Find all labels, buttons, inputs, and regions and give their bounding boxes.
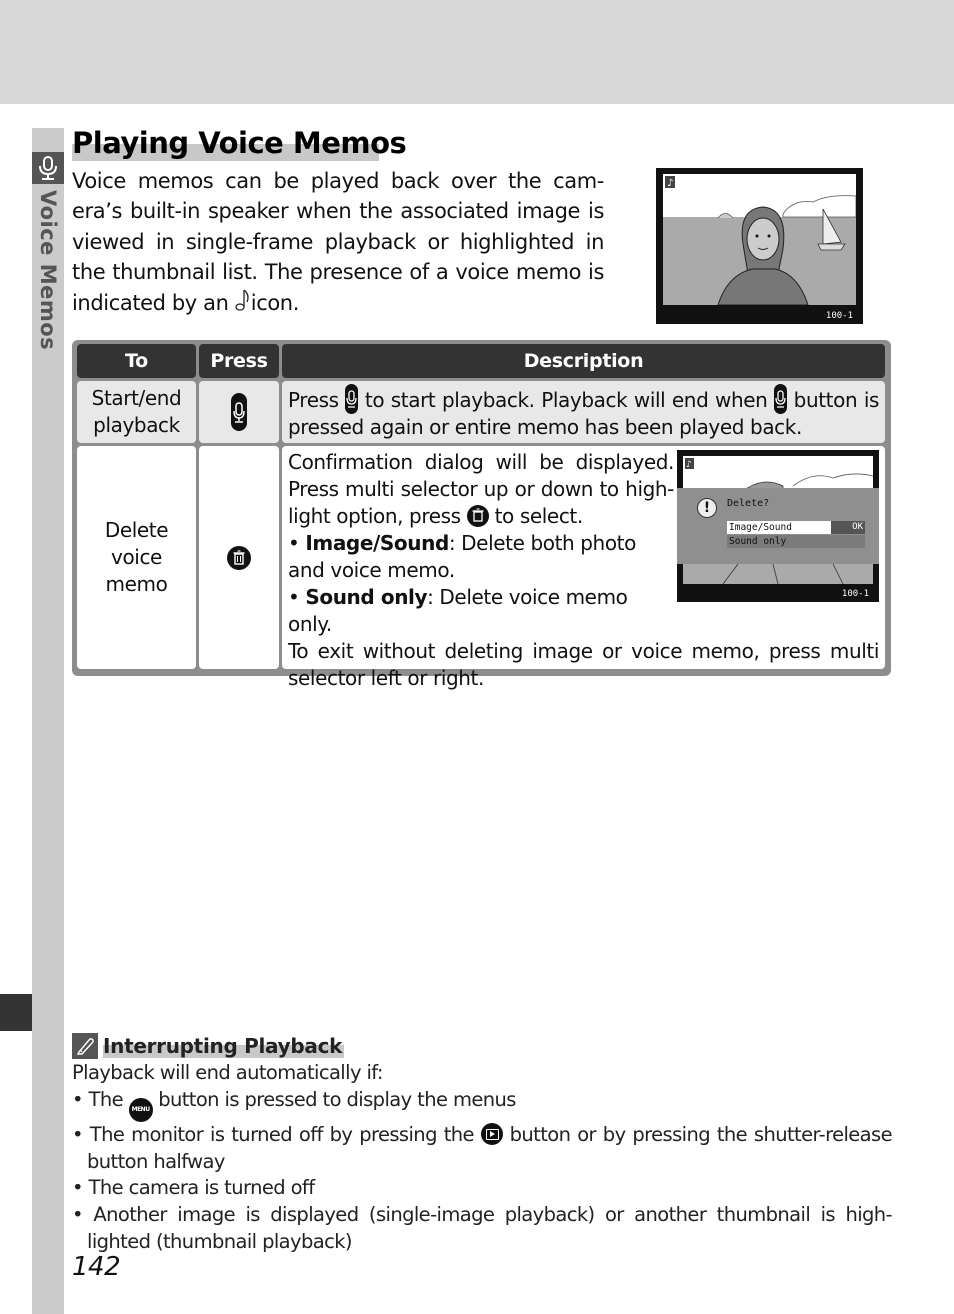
option-sound-only: • Sound only: Delete voice memo only. (288, 585, 628, 636)
desc-text: to start playback. Playback will end whe… (364, 388, 768, 412)
note-item: • Another image is displayed (single-ima… (72, 1203, 893, 1253)
page-number: 142 (72, 1252, 121, 1282)
microphone-button-icon (345, 384, 359, 414)
microphone-button-icon (231, 393, 247, 431)
header-press: Press (199, 344, 279, 378)
desc-confirmation: Confirmation dialog will be displayed. P… (288, 449, 674, 530)
warning-icon: ! (697, 498, 717, 518)
intro-paragraph: Voice memos can be played back over the … (72, 166, 604, 320)
row-delete-press (199, 446, 279, 669)
microphone-button-icon (774, 384, 788, 414)
note-header: Interrupting Playback (72, 1032, 892, 1060)
menu-button-icon: MENU (128, 1097, 153, 1122)
dialog-option[interactable]: Sound only (727, 535, 865, 548)
trash-button-icon (227, 545, 251, 570)
frame-counter: 100-1 (825, 311, 853, 321)
delete-dialog-screen: ♪ ! Delete? Image/Sound OK Sound only 10… (677, 450, 879, 602)
option-name: Sound only (305, 585, 428, 609)
section-tab: Voice Memos (32, 128, 64, 1314)
dialog-option-selected[interactable]: Image/Sound (727, 521, 831, 534)
desc-text: to select. (494, 504, 584, 528)
desc-text: Press (288, 388, 339, 412)
item-text: The (88, 1087, 124, 1111)
row-delete-to: Delete voice memo (77, 446, 196, 669)
playback-button-icon (480, 1122, 503, 1145)
trash-ok-hint: OK (831, 521, 865, 534)
dialog-prompt: Delete? (727, 498, 770, 509)
section-label: Voice Memos (36, 190, 60, 351)
voice-memo-note-icon (235, 288, 251, 320)
item-text: The camera is turned off (88, 1176, 316, 1200)
playback-screen-image: ♪ 100-1 (656, 168, 863, 324)
note-item: • The MENU button is pressed to display … (72, 1087, 892, 1122)
note-intro: Playback will end automatically if: (72, 1061, 383, 1084)
header-to: To (77, 344, 196, 378)
intro-suffix: icon. (250, 290, 300, 315)
option-image-sound: • Image/Sound: Delete both photo and voi… (288, 531, 636, 582)
row-start-end-to: Start/end playback (77, 381, 196, 443)
chapter-marker (0, 994, 32, 1031)
intro-text: Voice memos can be played back over the … (72, 169, 604, 315)
frame-counter: 100-1 (841, 589, 869, 599)
svg-text:♪: ♪ (686, 460, 692, 470)
trash-button-icon (466, 505, 489, 527)
desc-exit: To exit without deleting image or voice … (288, 639, 879, 690)
microphone-icon (32, 152, 64, 184)
note-item: • The camera is turned off (72, 1176, 316, 1200)
delete-dialog: ! Delete? Image/Sound OK Sound only (677, 488, 879, 564)
photo-scene: ♪ (663, 174, 856, 305)
page-header-band (0, 0, 954, 104)
pencil-icon (72, 1033, 98, 1059)
item-text: button is pressed to display the menus (158, 1087, 516, 1111)
note-title: Interrupting Playback (103, 1034, 345, 1058)
row-start-end-description: Press to start playback. Playback will e… (282, 381, 885, 443)
item-text: The monitor is turned off by pressing th… (89, 1122, 475, 1146)
svg-text:♪: ♪ (667, 178, 673, 189)
note-item: • The monitor is turned off by pressing … (72, 1122, 893, 1173)
page-title: Playing Voice Memos (72, 126, 407, 160)
row-start-end-press (199, 381, 279, 443)
option-name: Image/Sound (305, 531, 449, 555)
item-text: Another image is displayed (single-image… (87, 1203, 893, 1253)
header-description: Description (282, 344, 885, 378)
note-body: Playback will end automatically if: • Th… (72, 1060, 893, 1256)
interrupting-playback-note: Interrupting Playback Playback will end … (72, 1032, 893, 1256)
